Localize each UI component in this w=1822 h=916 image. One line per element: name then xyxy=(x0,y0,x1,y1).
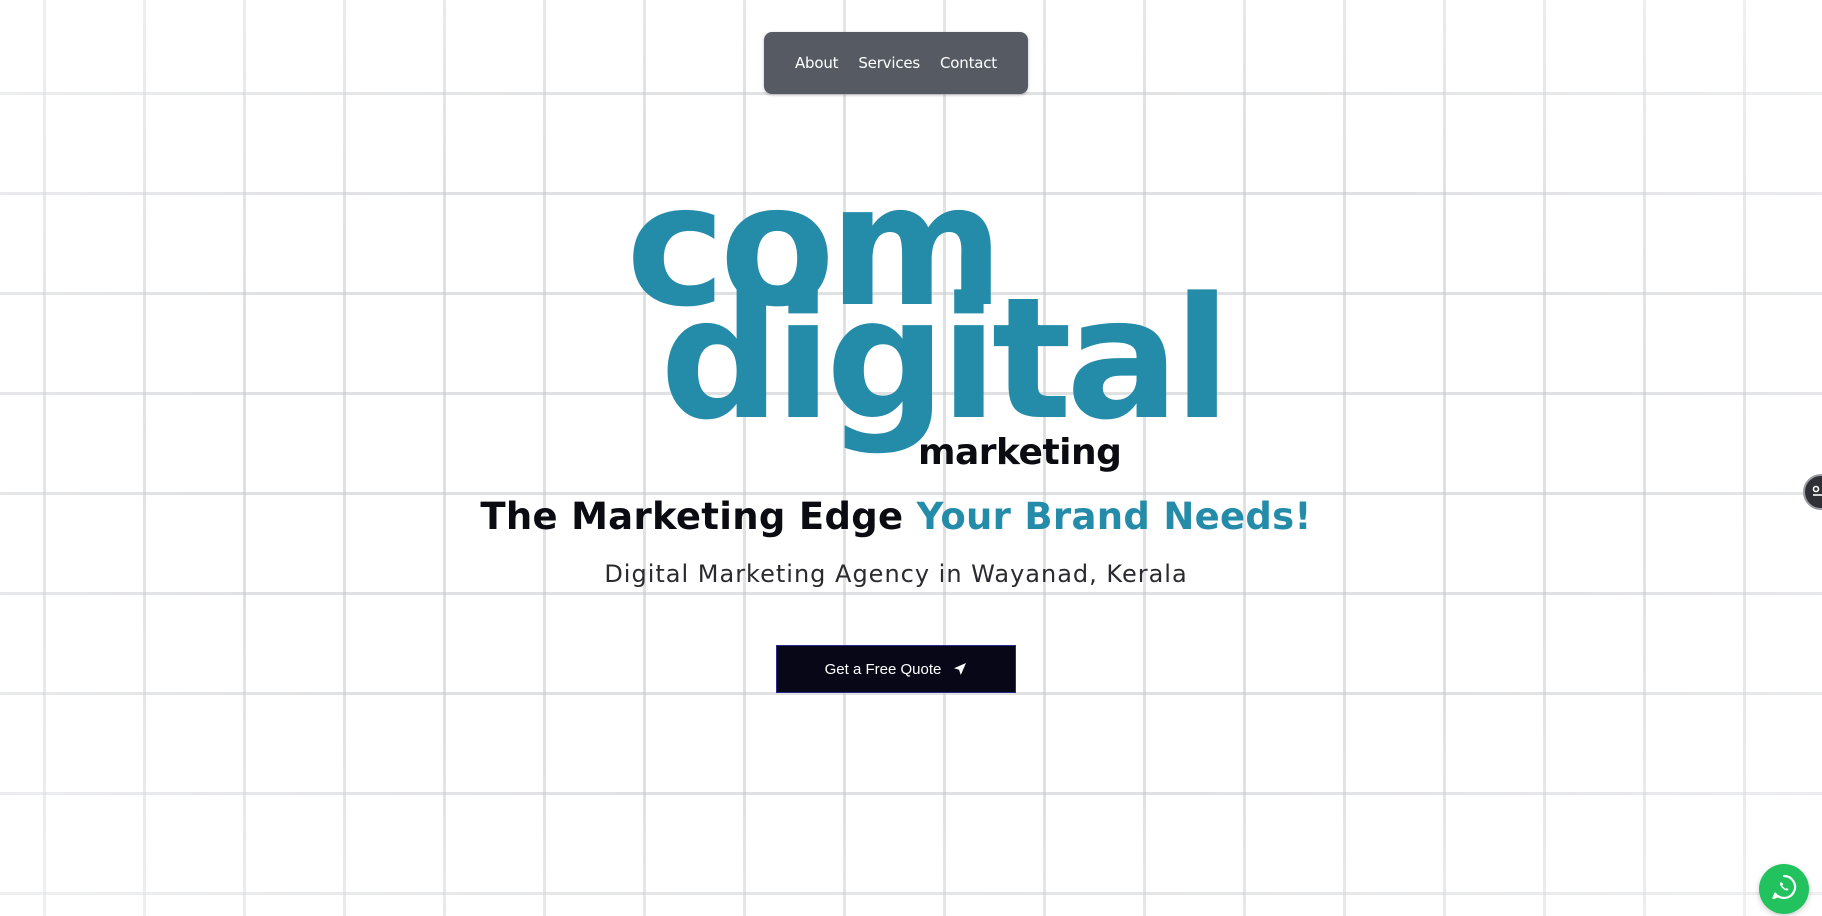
page: About Services Contact com digital marke… xyxy=(0,0,1822,916)
side-toggle-button[interactable] xyxy=(1803,474,1822,510)
whatsapp-icon xyxy=(1770,873,1798,905)
logo-word-marketing: marketing xyxy=(918,432,1122,473)
accessibility-toggle-icon xyxy=(1812,483,1822,502)
nav-link-contact[interactable]: Contact xyxy=(940,54,997,72)
top-navbar: About Services Contact xyxy=(764,32,1028,94)
hero-headline: The Marketing Edge Your Brand Needs! xyxy=(0,495,1792,538)
hero-subheadline: Digital Marketing Agency in Wayanad, Ker… xyxy=(604,560,1188,588)
whatsapp-chat-button[interactable] xyxy=(1759,864,1809,914)
cta-label: Get a Free Quote xyxy=(824,660,942,678)
send-arrow-icon xyxy=(953,662,967,676)
nav-link-about[interactable]: About xyxy=(795,54,839,72)
brand-logo: com digital marketing xyxy=(620,150,1231,480)
nav-link-services[interactable]: Services xyxy=(858,54,920,72)
get-free-quote-button[interactable]: Get a Free Quote xyxy=(776,645,1016,693)
logo-word-digital: digital xyxy=(660,261,1231,457)
headline-accent-text: Your Brand Needs! xyxy=(916,495,1312,538)
headline-main-text: The Marketing Edge xyxy=(480,495,904,538)
